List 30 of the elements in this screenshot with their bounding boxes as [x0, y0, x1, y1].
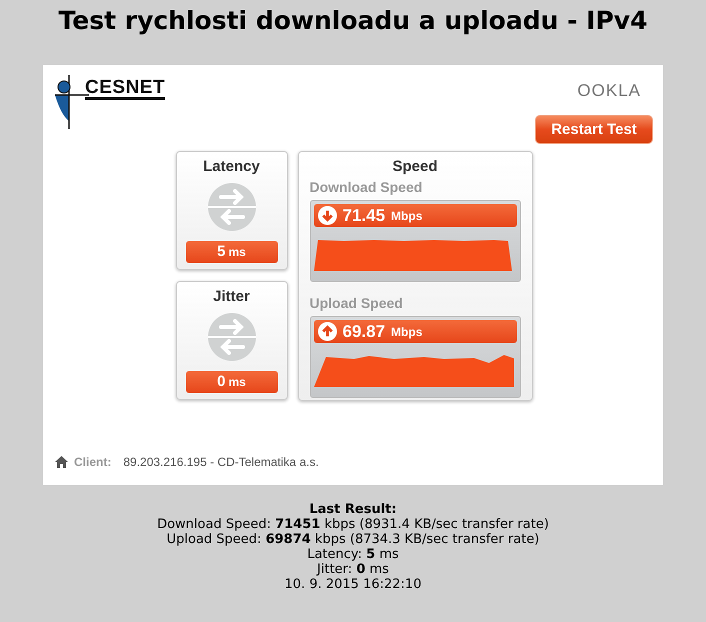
result-line: Upload Speed: 69874 kbps (8734.3 KB/sec transfer rate) [166, 532, 540, 547]
client-label: Client: [74, 455, 112, 469]
value-text: 5 [217, 242, 226, 262]
result-heading: Last Result: [309, 502, 397, 517]
unit-text: Mbps [391, 324, 422, 338]
logo-text: CESNET [85, 78, 166, 100]
unit-text: Mbps [391, 208, 422, 222]
card-title: Speed [392, 158, 438, 175]
meter-label: Download Speed [310, 179, 424, 195]
card-title: Latency [203, 158, 260, 175]
client-value: 89.203.216.195 - CD-Telematika a.s. [123, 455, 319, 469]
home-icon [55, 456, 68, 468]
exchange-icon [206, 182, 256, 232]
unit-text: ms [228, 244, 246, 261]
exchange-icon [206, 312, 256, 362]
card-title: Jitter [213, 288, 250, 305]
result-line: 10. 9. 2015 16:22:10 [284, 577, 422, 592]
logo-text: OOKLA [577, 81, 641, 101]
result-line: Download Speed: 71451 kbps (8931.4 KB/sec transfer rate) [157, 517, 549, 532]
arrow-up-icon [318, 322, 336, 341]
speed-value: 69.87 [342, 322, 386, 342]
page-title: Test rychlosti downloadu a uploadu - IPv4 [58, 6, 648, 37]
unit-text: ms [228, 374, 246, 391]
speed-value: 71.45 [342, 206, 386, 226]
value-text: 0 [217, 372, 226, 392]
result-line: Jitter: 0 ms [317, 562, 389, 577]
result-line: Latency: 5 ms [307, 547, 399, 562]
arrow-down-icon [318, 206, 336, 225]
meter-label: Upload Speed [310, 295, 404, 311]
restart-button[interactable]: Restart Test [535, 115, 653, 144]
